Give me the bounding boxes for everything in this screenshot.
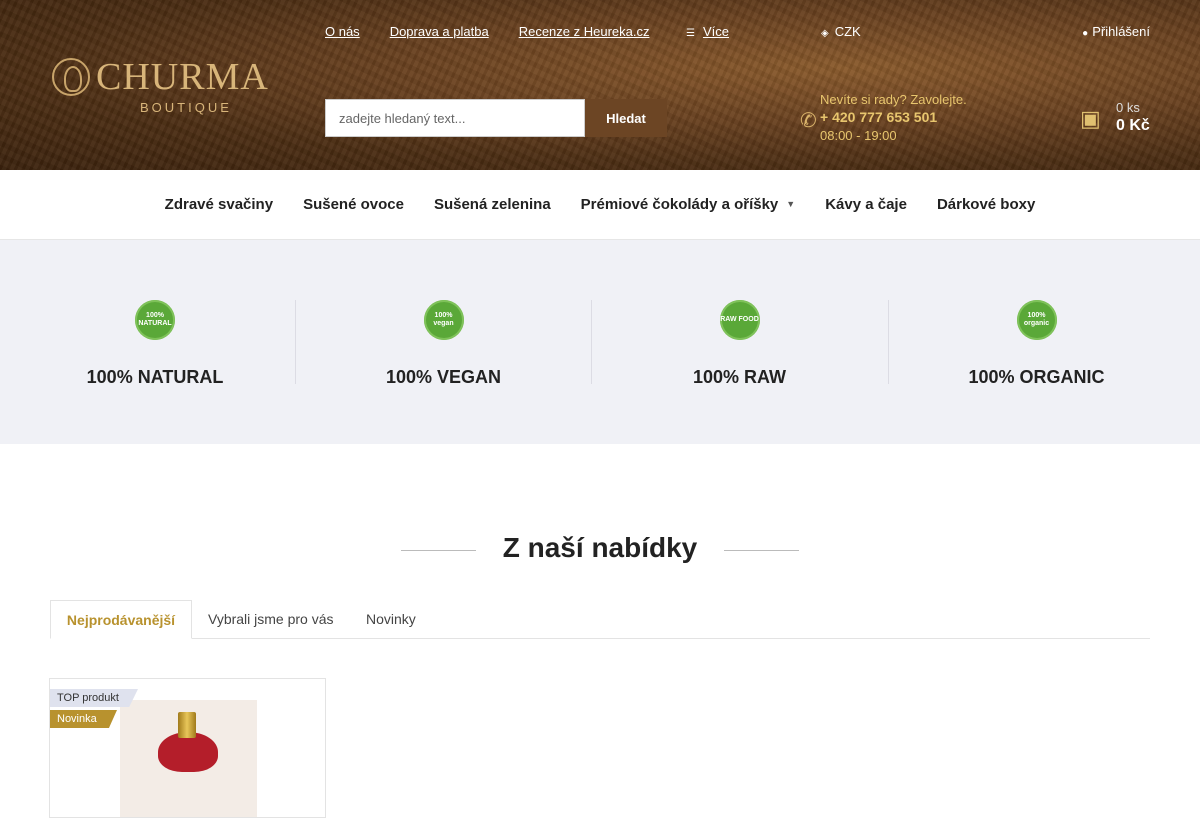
currency-label: CZK xyxy=(834,24,861,39)
feature-label: 100% VEGAN xyxy=(385,367,502,387)
organic-badge-icon xyxy=(1016,300,1057,340)
feature-label: 100% ORGANIC xyxy=(968,367,1105,387)
more-menu-button[interactable]: ☰ Více xyxy=(686,24,729,39)
site-header: CHURMA BOUTIQUE O nás Doprava a platba R… xyxy=(0,0,1200,170)
offer-tabs: Nejprodávanější Vybrali jsme pro vás Nov… xyxy=(50,600,1150,639)
brand-logo[interactable]: CHURMA BOUTIQUE xyxy=(52,58,292,118)
top-nav-link-about[interactable]: O nás xyxy=(325,24,360,39)
login-link[interactable]: ● Přihlášení xyxy=(1082,24,1150,39)
title-divider-right xyxy=(724,550,799,551)
contact-phone[interactable]: + 420 777 653 501 xyxy=(820,109,937,125)
category-dried-fruit[interactable]: Sušené ovoce xyxy=(303,196,404,213)
category-premium-chocolate[interactable]: Prémiové čokolády a oříšky ▼ xyxy=(581,196,796,213)
bottle-cap xyxy=(178,712,196,738)
search-button[interactable]: Hledat xyxy=(585,99,667,137)
cart-quantity: 0 ks xyxy=(1116,100,1140,115)
flag-top-product: TOP produkt xyxy=(50,689,138,707)
top-nav-link-reviews[interactable]: Recenze z Heureka.cz xyxy=(519,24,650,39)
raw-food-badge-icon xyxy=(719,300,760,340)
vegan-badge-icon xyxy=(423,300,464,340)
currency-selector[interactable]: ◈ CZK xyxy=(821,24,861,39)
ribbon-bow xyxy=(158,732,218,772)
search-bar: Hledat xyxy=(325,99,667,137)
login-label: Přihlášení xyxy=(1092,24,1150,39)
feature-label: 100% RAW xyxy=(692,367,787,387)
feature-label: 100% NATURAL xyxy=(86,367,224,387)
brand-subtitle: BOUTIQUE xyxy=(140,100,232,115)
user-icon: ● xyxy=(1082,28,1089,39)
section-title: Z naší nabídky xyxy=(502,532,698,563)
feature-natural: 100% NATURAL xyxy=(7,300,303,387)
top-nav: O nás Doprava a platba Recenze z Heureka… xyxy=(325,24,649,39)
tab-new[interactable]: Novinky xyxy=(366,600,416,639)
top-nav-link-shipping[interactable]: Doprava a platba xyxy=(390,24,489,39)
tab-picked-for-you[interactable]: Vybrali jsme pro vás xyxy=(208,600,334,639)
feature-organic: 100% ORGANIC xyxy=(888,300,1184,387)
chevron-down-icon: ▼ xyxy=(786,199,796,209)
feature-vegan: 100% VEGAN xyxy=(295,300,591,387)
product-image[interactable] xyxy=(120,700,257,817)
cart-total: 0 Kč xyxy=(1116,117,1150,134)
category-gift-boxes[interactable]: Dárkové boxy xyxy=(937,196,1035,213)
more-menu-label: Více xyxy=(702,24,729,39)
category-nav: Zdravé svačiny Sušené ovoce Sušená zelen… xyxy=(0,170,1200,240)
phone-icon: ✆ xyxy=(800,110,817,132)
brand-name: CHURMA xyxy=(96,56,269,98)
category-healthy-snacks[interactable]: Zdravé svačiny xyxy=(165,196,273,213)
features-strip: 100% NATURAL 100% VEGAN 100% RAW 100% OR… xyxy=(0,240,1200,444)
flag-new: Novinka xyxy=(50,710,117,728)
menu-icon: ☰ xyxy=(686,28,695,39)
category-premium-chocolate-label: Prémiové čokolády a oříšky xyxy=(580,196,779,213)
category-dried-vegetables[interactable]: Sušená zelenina xyxy=(434,196,551,213)
natural-badge-icon xyxy=(135,300,175,340)
cart-icon: ▣ xyxy=(1080,106,1101,131)
contact-hours: 08:00 - 19:00 xyxy=(820,128,897,143)
monkey-icon xyxy=(52,58,90,96)
tab-bestsellers[interactable]: Nejprodávanější xyxy=(50,600,192,639)
feature-raw: 100% RAW xyxy=(591,300,887,387)
product-card[interactable]: TOP produkt Novinka xyxy=(49,678,326,818)
contact-prompt: Nevíte si rady? Zavolejte. xyxy=(820,92,967,107)
search-input[interactable] xyxy=(325,99,585,137)
currency-icon: ◈ xyxy=(821,28,829,39)
category-coffee-tea[interactable]: Kávy a čaje xyxy=(825,196,907,213)
